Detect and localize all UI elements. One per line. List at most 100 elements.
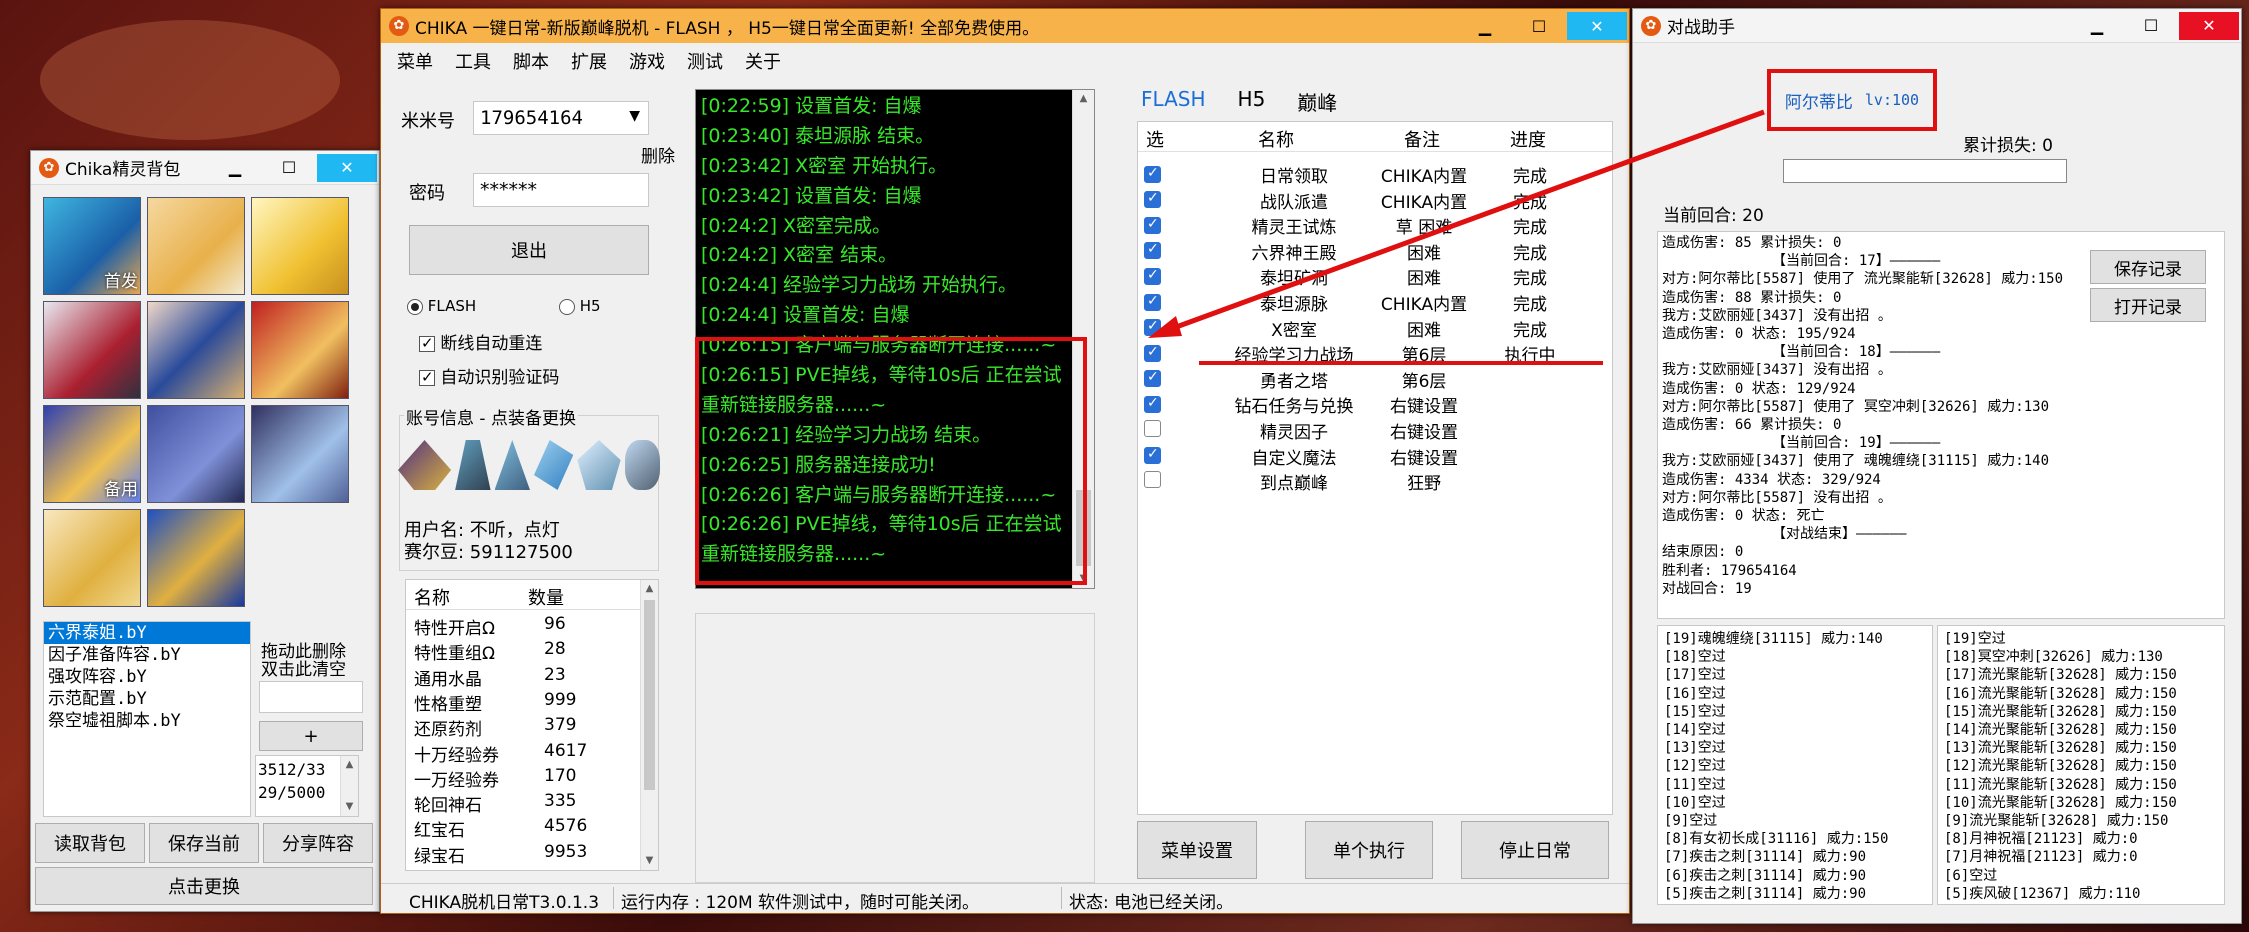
equipment-strip[interactable] xyxy=(398,440,661,492)
item-row[interactable]: 一万经验券 170 xyxy=(406,764,651,791)
log-scrollbar[interactable]: ▲ ▼ xyxy=(1072,90,1094,588)
tab-h5[interactable]: H5 xyxy=(1238,87,1266,117)
item-row[interactable]: 性格重塑 999 xyxy=(406,688,651,715)
item-row[interactable]: 绿宝石 9953 xyxy=(406,840,651,867)
save-current-button[interactable]: 保存当前 xyxy=(149,823,259,863)
task-row[interactable]: 日常领取 CHIKA内置 完成 xyxy=(1138,160,1612,187)
log-panel[interactable]: [0:22:59] 设置首发: 自爆 [0:23:40] 泰坦源脉 结束。 [0:2… xyxy=(695,89,1095,589)
lineup-item[interactable]: 祭空墟祖脚本.bY xyxy=(44,710,250,732)
scroll-thumb[interactable] xyxy=(644,600,655,790)
checkbox-icon[interactable] xyxy=(419,368,435,386)
battle-log[interactable]: 造成伤害: 85 累计损失: 0 【当前回合: 17】—————— 对方:阿尔蒂比[… xyxy=(1657,231,2225,619)
my-moves-list[interactable]: [19]魂魄缠绕[31115] 威力:140 [18]空过 [17]空过 [16]空过… xyxy=(1657,625,1933,905)
task-row[interactable]: 勇者之塔 第6层 xyxy=(1138,365,1612,392)
account-select[interactable]: 179654164 ▼ xyxy=(473,101,649,135)
item-row[interactable]: 通用水晶 23 xyxy=(406,663,651,690)
menu-item[interactable]: 菜单 xyxy=(397,48,433,74)
add-button[interactable]: + xyxy=(259,721,363,751)
menu-item[interactable]: 扩展 xyxy=(571,48,607,74)
equipment-icon[interactable] xyxy=(398,440,452,490)
task-checkbox-icon[interactable] xyxy=(1144,446,1161,465)
pet-avatar[interactable]: 备用 xyxy=(43,405,141,503)
item-row[interactable]: 特性开启Ω 96 xyxy=(406,612,651,639)
click-replace-button[interactable]: 点击更换 xyxy=(35,867,373,905)
auto-reconnect-checkbox[interactable]: 断线自动重连 xyxy=(419,329,542,354)
task-checkbox-icon[interactable] xyxy=(1144,318,1161,337)
maximize-button[interactable]: ☐ xyxy=(1513,12,1565,40)
close-button[interactable]: ✕ xyxy=(317,153,377,182)
task-row[interactable]: 自定义魔法 右键设置 xyxy=(1138,442,1612,469)
pet-avatar[interactable] xyxy=(251,197,349,295)
menu-item[interactable]: 关于 xyxy=(745,48,781,74)
open-record-button[interactable]: 打开记录 xyxy=(2090,288,2206,322)
logout-button[interactable]: 退出 xyxy=(409,225,649,275)
task-row[interactable]: 精灵王试炼 草 困难 完成 xyxy=(1138,211,1612,238)
read-bag-button[interactable]: 读取背包 xyxy=(35,823,145,863)
minimize-button[interactable]: ▁ xyxy=(2071,12,2123,40)
maximize-button[interactable]: ☐ xyxy=(263,154,315,182)
task-checkbox-icon[interactable] xyxy=(1144,190,1161,209)
menu-item[interactable]: 测试 xyxy=(687,48,723,74)
task-row[interactable]: 泰坦源脉 CHIKA内置 完成 xyxy=(1138,288,1612,315)
equipment-icon[interactable] xyxy=(494,440,530,490)
enemy-moves-list[interactable]: [19]空过 [18]冥空冲刺[32626] 威力:130 [17]流光聚能斩[32… xyxy=(1937,625,2225,905)
auto-captcha-checkbox[interactable]: 自动识别验证码 xyxy=(419,363,559,388)
task-table[interactable]: 选 名称 备注 进度 日常领取CHIKA内置完成战队派遣CHIKA内置完成精灵王… xyxy=(1137,121,1613,815)
menu-item[interactable]: 游戏 xyxy=(629,48,665,74)
task-row[interactable]: X密室 困难 完成 xyxy=(1138,314,1612,341)
pet-avatar[interactable] xyxy=(251,301,349,399)
radio-icon[interactable] xyxy=(559,298,575,315)
item-row[interactable]: 特性重组Ω 28 xyxy=(406,637,651,664)
lineup-item[interactable]: 六界泰姐.bY xyxy=(44,622,250,644)
scroll-up-icon[interactable]: ▲ xyxy=(641,580,658,598)
task-checkbox-icon[interactable] xyxy=(1144,216,1161,234)
scroll-up-icon[interactable]: ▲ xyxy=(341,756,358,774)
counter-scrollbar[interactable]: ▲ ▼ xyxy=(340,756,358,816)
task-checkbox-icon[interactable] xyxy=(1144,241,1161,260)
lineup-name-input[interactable] xyxy=(259,681,363,713)
task-row[interactable]: 精灵因子 右键设置 xyxy=(1138,416,1612,443)
equipment-icon[interactable] xyxy=(455,440,491,490)
pet-avatar[interactable] xyxy=(251,405,349,503)
menu-settings-button[interactable]: 菜单设置 xyxy=(1137,821,1257,879)
pet-avatar[interactable] xyxy=(147,405,245,503)
pet-avatar[interactable] xyxy=(43,509,141,607)
radio-icon[interactable] xyxy=(407,298,423,315)
stop-daily-button[interactable]: 停止日常 xyxy=(1461,821,1609,879)
delete-link[interactable]: 删除 xyxy=(641,142,675,167)
chevron-down-icon[interactable]: ▼ xyxy=(629,108,640,124)
double-click-clear-hint[interactable]: 双击此清空 xyxy=(261,655,346,680)
scroll-thumb[interactable] xyxy=(1076,490,1091,566)
password-field[interactable]: ****** xyxy=(473,173,649,207)
equipment-icon[interactable] xyxy=(577,440,621,490)
items-table[interactable]: 名称 数量 特性开启Ω 96 特性重组Ω 28 通用水晶 23 性格重塑 999 还原药剂 379… xyxy=(405,579,659,871)
task-checkbox-icon[interactable] xyxy=(1144,267,1161,285)
task-row[interactable]: 六界神王殿 困难 完成 xyxy=(1138,237,1612,264)
single-run-button[interactable]: 单个执行 xyxy=(1305,821,1433,879)
task-checkbox-icon[interactable] xyxy=(1144,165,1161,183)
mode-h5-radio[interactable]: H5 xyxy=(559,297,601,315)
task-row[interactable]: 战队派遣 CHIKA内置 完成 xyxy=(1138,186,1612,213)
items-scrollbar[interactable]: ▲ ▼ xyxy=(640,580,658,870)
tab-flash[interactable]: FLASH xyxy=(1141,87,1206,117)
close-button[interactable]: ✕ xyxy=(2179,11,2239,40)
item-row[interactable]: 轮回神石 335 xyxy=(406,789,651,816)
tab-peak[interactable]: 巅峰 xyxy=(1297,87,1337,117)
item-row[interactable]: 还原药剂 379 xyxy=(406,713,651,740)
task-checkbox-icon[interactable] xyxy=(1144,293,1161,311)
minimize-button[interactable]: ▁ xyxy=(1459,12,1511,40)
lineup-item[interactable]: 因子准备阵容.bY xyxy=(44,644,250,666)
share-lineup-button[interactable]: 分享阵容 xyxy=(263,823,373,863)
pet-avatar[interactable] xyxy=(43,301,141,399)
maximize-button[interactable]: ☐ xyxy=(2125,12,2177,40)
minimize-button[interactable]: ▁ xyxy=(209,154,261,182)
mode-flash-radio[interactable]: FLASH xyxy=(407,297,476,315)
task-checkbox-icon[interactable] xyxy=(1144,395,1161,413)
scroll-down-icon[interactable]: ▼ xyxy=(641,852,658,870)
save-record-button[interactable]: 保存记录 xyxy=(2090,250,2206,284)
equipment-icon[interactable] xyxy=(533,440,574,490)
task-checkbox-icon[interactable] xyxy=(1144,344,1161,362)
item-row[interactable]: 红宝石 4576 xyxy=(406,814,651,841)
pet-avatar[interactable]: 首发 xyxy=(43,197,141,295)
scroll-down-icon[interactable]: ▼ xyxy=(341,798,358,816)
